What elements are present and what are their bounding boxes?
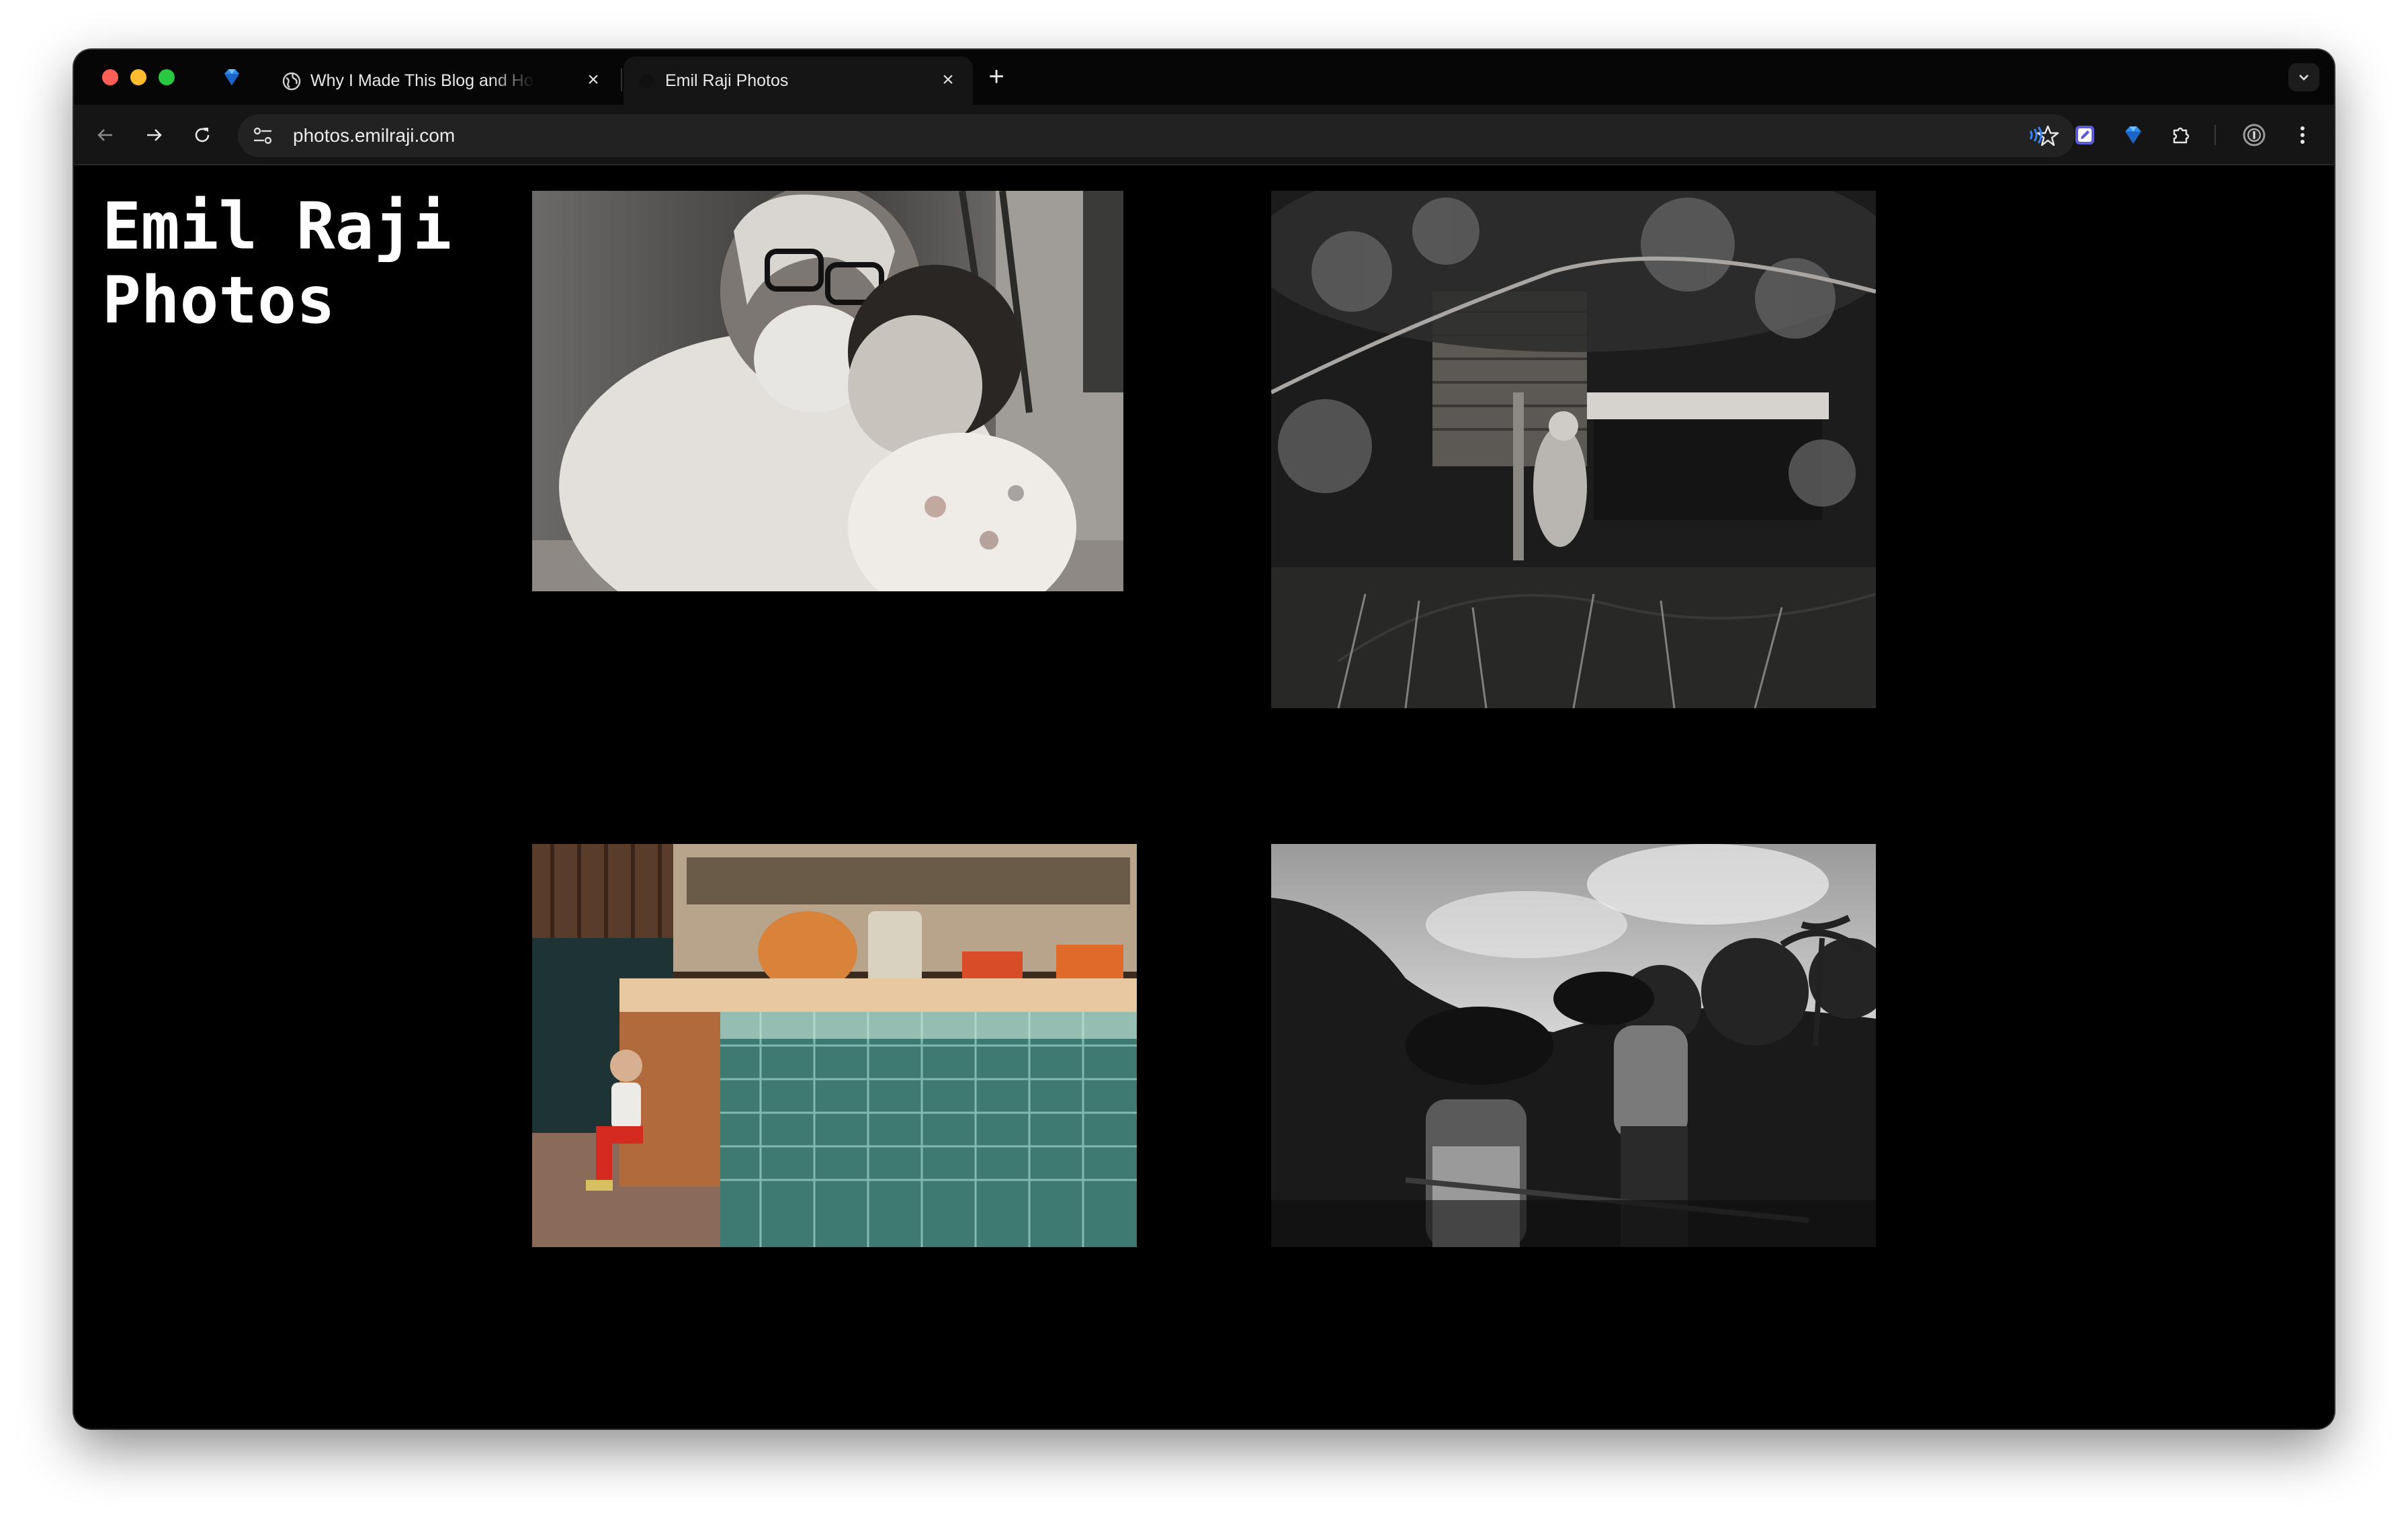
vertical-dots-icon xyxy=(2300,126,2305,144)
window-close-button[interactable] xyxy=(102,69,118,85)
window-maximize-button[interactable] xyxy=(159,69,175,85)
photo-image xyxy=(532,844,1137,1247)
notes-extension-button[interactable] xyxy=(2071,121,2099,149)
browser-toolbar: photos.emilraji.com xyxy=(74,105,2334,165)
site-favicon-icon xyxy=(639,74,654,89)
tab-title: Emil Raji Photos xyxy=(665,71,789,90)
read-aloud-extension-button[interactable] xyxy=(2022,121,2051,149)
site-title[interactable]: Emil Raji Photos xyxy=(102,189,478,337)
site-title-line-2: Photos xyxy=(102,263,335,338)
gem-icon xyxy=(224,69,239,85)
globe-icon xyxy=(282,72,301,91)
sound-waves-icon xyxy=(2029,126,2042,144)
pinned-tab[interactable] xyxy=(208,62,255,93)
new-tab-button[interactable]: + xyxy=(981,62,1012,93)
address-bar[interactable]: photos.emilraji.com xyxy=(238,114,2075,157)
forward-button[interactable] xyxy=(138,120,169,151)
photo-image xyxy=(532,191,1123,591)
browser-window: Why I Made This Blog and How × Emil Raji… xyxy=(74,50,2334,1429)
gem-extension-button[interactable] xyxy=(2119,121,2147,149)
tab-close-icon[interactable]: × xyxy=(583,70,603,90)
photo-image xyxy=(1271,191,1876,708)
gallery-photo-farmers-conical-hats[interactable] xyxy=(1271,844,1876,1247)
url-text: photos.emilraji.com xyxy=(293,125,456,146)
keyhole-circle-icon xyxy=(2243,124,2266,146)
gem-icon xyxy=(2125,126,2141,144)
tab-emil-raji-photos[interactable]: Emil Raji Photos × xyxy=(624,56,973,105)
tab-blog[interactable]: Why I Made This Blog and How × xyxy=(269,56,618,105)
arrow-right-icon xyxy=(147,129,162,141)
photo-image xyxy=(1271,844,1876,1247)
chevron-down-icon xyxy=(2299,75,2309,81)
puzzle-icon xyxy=(2173,127,2190,144)
tab-title: Why I Made This Blog and How xyxy=(310,71,535,90)
page-content: Emil Raji Photos xyxy=(74,165,2334,1429)
toolbar-divider xyxy=(2214,125,2216,145)
tab-strip: Why I Made This Blog and How × Emil Raji… xyxy=(74,50,2334,105)
arrow-left-icon xyxy=(97,129,112,141)
gallery-photo-garden-statue[interactable] xyxy=(1271,191,1876,708)
extensions-button[interactable] xyxy=(2167,121,2196,149)
gallery-photo-elderly-man-child[interactable] xyxy=(532,191,1123,591)
reload-button[interactable] xyxy=(187,120,218,151)
pen-square-icon xyxy=(2075,126,2094,144)
tab-separator xyxy=(621,69,622,91)
window-minimize-button[interactable] xyxy=(130,69,146,85)
reload-icon xyxy=(195,128,210,142)
password-manager-button[interactable] xyxy=(2240,121,2268,149)
tab-search-button[interactable] xyxy=(2288,63,2319,91)
site-title-line-1: Emil Raji xyxy=(102,189,452,264)
tab-close-icon[interactable]: × xyxy=(938,70,958,90)
browser-menu-button[interactable] xyxy=(2288,121,2317,149)
gallery-photo-child-kitchen-counter[interactable] xyxy=(532,844,1137,1247)
site-settings-icon[interactable] xyxy=(251,125,274,146)
back-button[interactable] xyxy=(90,120,121,151)
